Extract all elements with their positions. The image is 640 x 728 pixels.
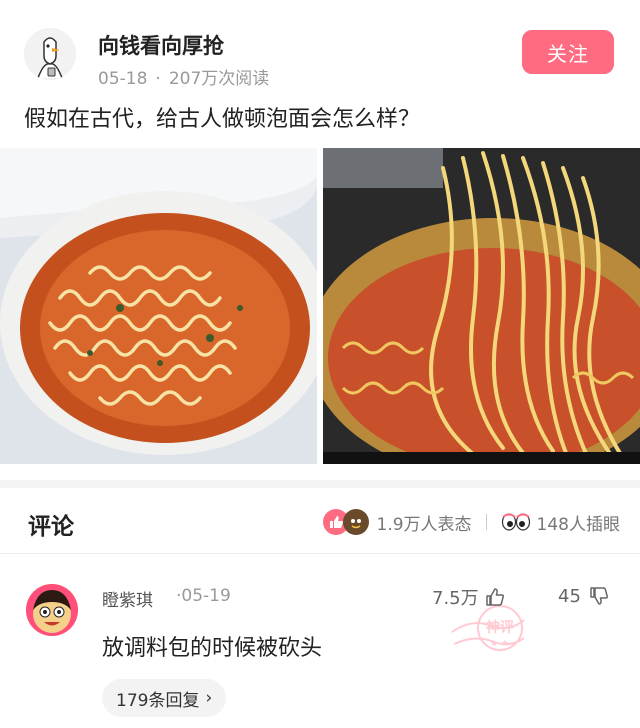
post-header: 向钱看向厚抢 05-18 · 207万次阅读 关注 [0,0,640,95]
author-name[interactable]: 向钱看向厚抢 [98,30,224,60]
post-date: 05-18 [98,69,148,89]
view-count: 207万次阅读 [168,69,270,89]
post-image-cup-noodles[interactable] [0,148,317,464]
view-replies-button[interactable]: 179条回复 › [102,679,227,717]
chevron-right-icon: › [205,688,213,708]
comment-text: 放调料包的时候被砍头 [102,636,323,661]
thumbs-up-outline-icon [485,588,504,606]
post-title: 假如在古代，给古人做顿泡面会怎么样？ [24,107,421,132]
commenter-name[interactable]: 瞪紫琪 [102,586,153,611]
dislike-count: 45 [558,585,581,607]
like-count: 7.5万 [432,588,479,609]
post-image-noodles-lifted[interactable] [323,148,640,464]
comments-separator [0,553,640,554]
reactions-summary[interactable]: 1.9万人表态 148人插眼 [322,506,620,538]
reactions-divider [485,514,487,530]
stamp-stars: ★ ★ [490,639,509,649]
comment-date: ·05-19 [176,586,231,606]
bookmark-count: 148人插眼 [536,514,620,535]
section-divider [0,480,640,488]
reply-count: 179条回复 [116,690,200,711]
stamp-text: 神评 [486,619,514,636]
thumbs-down-outline-icon [590,587,608,605]
post-meta: 05-18 · 207万次阅读 [98,64,269,89]
cup-noodles-image [0,148,317,464]
brown-face-icon [342,509,369,535]
cartoon-face-icon [26,584,78,636]
follow-button[interactable]: 关注 [522,30,614,74]
meta-dot: · [155,69,161,89]
author-avatar[interactable] [24,28,76,80]
eyes-icon [501,512,531,532]
comments-title: 评论 [28,514,74,540]
noodles-lifted-image [323,148,640,464]
comment-like-button[interactable]: 7.5万 [432,584,507,610]
goose-cartoon-icon [24,28,76,80]
comment-dislike-button[interactable]: 45 [558,584,611,608]
commenter-avatar[interactable] [26,584,78,636]
reaction-count: 1.9万人表态 [376,514,472,535]
